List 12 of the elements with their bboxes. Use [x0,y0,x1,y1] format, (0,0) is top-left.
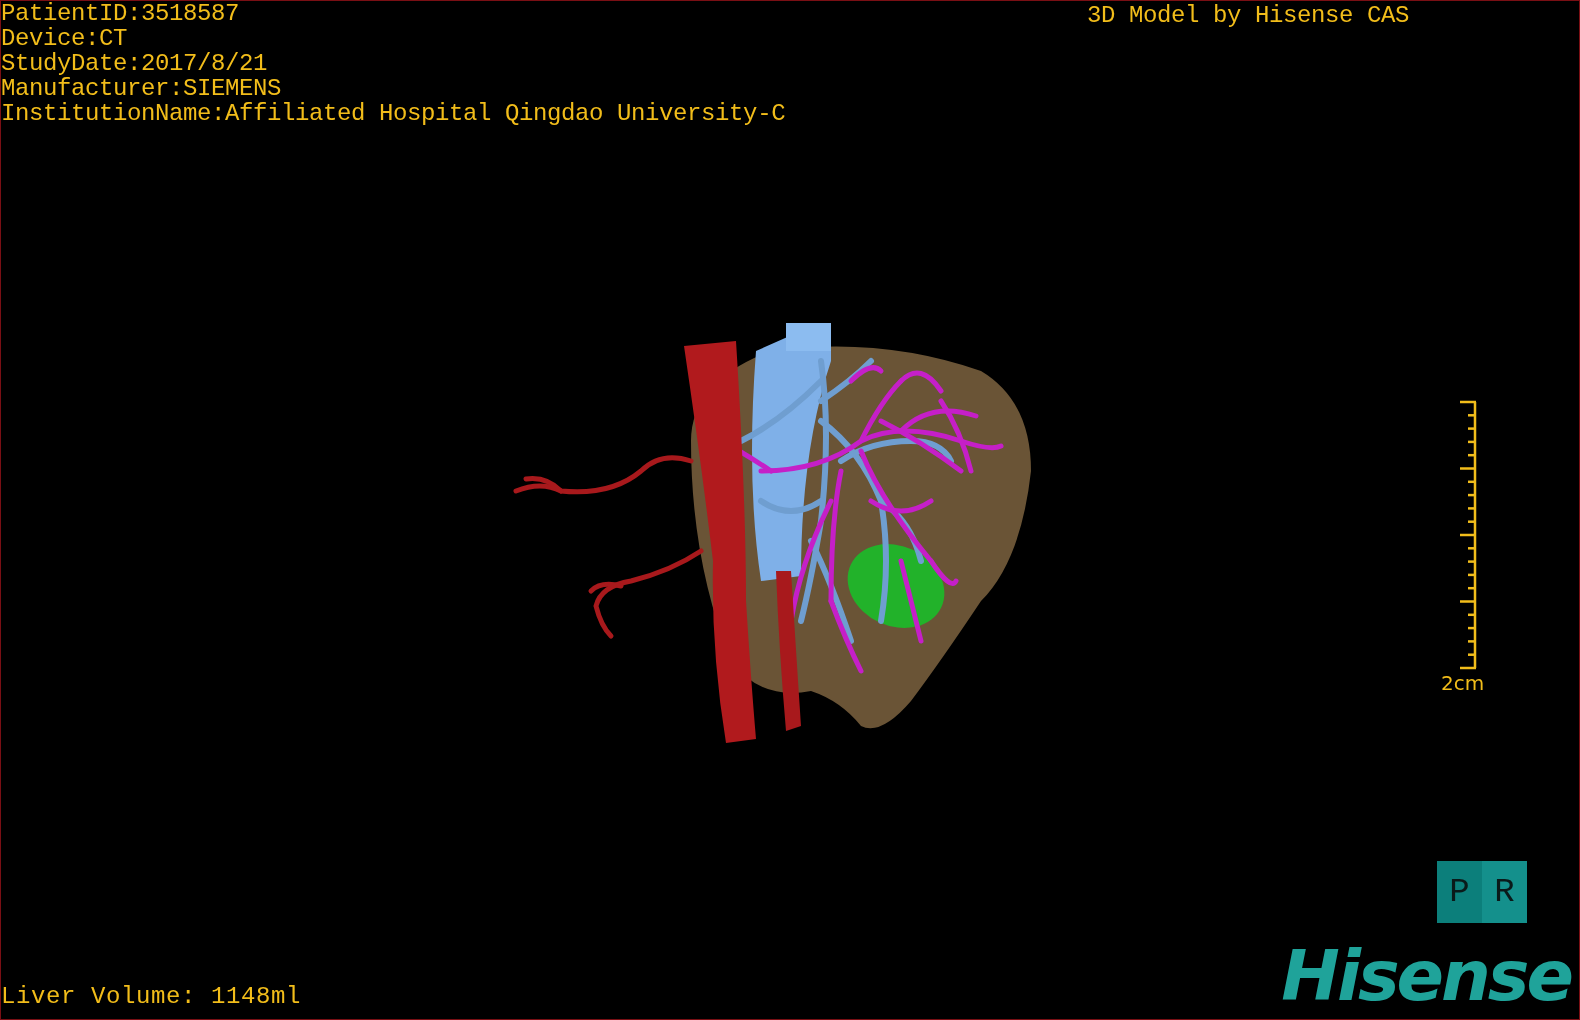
patient-info-text: Manufacturer:SIEMENS [1,76,283,101]
orientation-label: P [1449,873,1470,911]
patient-info-text: Device:CT [1,26,129,51]
patient-info-text: StudyDate:2017/8/21 [1,51,269,76]
viewer-title: 3D Model by Hisense CAS [1086,1,1409,31]
scale-label: 2cm [1441,672,1485,694]
liver-volume-text: Liver Volume: 1148ml [1,983,302,1012]
brand-logo: Hisense [1281,943,1573,1019]
orientation-cube[interactable]: P R [1437,861,1527,923]
orientation-label: R [1494,873,1515,911]
patient-info-text: InstitutionName:Affiliated Hospital Qingdao University-C [1,101,786,126]
patient-info-text: PatientID:3518587 [1,1,241,26]
